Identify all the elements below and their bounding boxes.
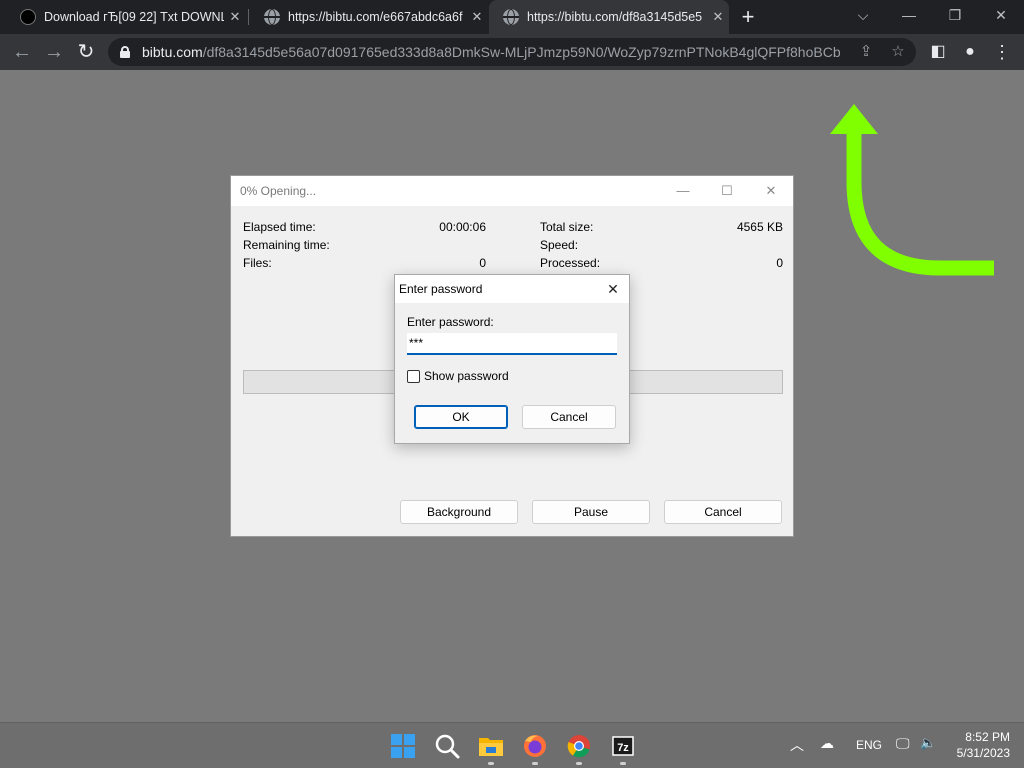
files-label: Files: bbox=[243, 256, 272, 270]
minimize-icon[interactable]: — bbox=[886, 0, 932, 30]
new-tab-button[interactable]: + bbox=[736, 4, 760, 30]
windows-start-icon[interactable] bbox=[388, 731, 418, 761]
tab-bibtu-1[interactable]: https://bibtu.com/e667abdc6a6f ✕ bbox=[250, 0, 488, 34]
profile-avatar-icon[interactable]: ● bbox=[956, 38, 984, 66]
enter-password-dialog: Enter password ✕ Enter password: Show pa… bbox=[394, 274, 630, 444]
firefox-icon[interactable] bbox=[520, 731, 550, 765]
7zip-icon[interactable]: 7z bbox=[608, 731, 638, 765]
processed-value: 0 bbox=[776, 256, 783, 270]
clock-date: 5/31/2023 bbox=[956, 746, 1010, 760]
password-label: Enter password: bbox=[407, 315, 494, 329]
download-site-icon bbox=[20, 9, 36, 25]
processed-label: Processed: bbox=[540, 256, 601, 270]
onedrive-icon[interactable]: ☁ bbox=[820, 735, 834, 752]
running-indicator bbox=[576, 762, 582, 765]
forward-arrow-icon[interactable]: → bbox=[40, 38, 68, 66]
remaining-time-label: Remaining time: bbox=[243, 238, 330, 252]
curved-arrow-up-icon bbox=[830, 104, 994, 276]
svg-text:7z: 7z bbox=[617, 742, 629, 754]
back-arrow-icon[interactable]: ← bbox=[8, 38, 36, 66]
speed-label: Speed: bbox=[540, 238, 579, 252]
side-panel-icon[interactable]: ◧ bbox=[924, 38, 952, 66]
close-icon[interactable]: ✕ bbox=[761, 182, 781, 200]
chevron-up-icon[interactable]: ︿ bbox=[790, 735, 804, 755]
checkbox-box[interactable] bbox=[407, 369, 420, 383]
chrome-icon[interactable] bbox=[564, 731, 594, 765]
tab-title: https://bibtu.com/e667abdc6a6f bbox=[288, 10, 463, 24]
elapsed-time-label: Elapsed time: bbox=[243, 220, 316, 234]
browser-tab-strip: Download гЂ[09 22] Txt DOWNLO ✕ https://… bbox=[0, 0, 1024, 34]
password-input[interactable] bbox=[407, 333, 617, 355]
background-button[interactable]: Background bbox=[400, 500, 518, 524]
file-explorer-icon[interactable] bbox=[476, 731, 506, 765]
password-title-bar[interactable]: Enter password ✕ bbox=[395, 275, 629, 303]
tab-title: https://bibtu.com/df8a3145d5e5 bbox=[527, 10, 703, 24]
network-icon[interactable]: 🖵 bbox=[896, 735, 910, 752]
close-window-icon[interactable]: ✕ bbox=[978, 0, 1024, 30]
lock-icon bbox=[120, 46, 130, 58]
tab-title: Download гЂ[09 22] Txt DOWNLO bbox=[44, 10, 224, 24]
running-indicator bbox=[532, 762, 538, 765]
show-password-checkbox[interactable]: Show password bbox=[407, 369, 509, 383]
running-indicator bbox=[620, 762, 626, 765]
close-icon[interactable]: ✕ bbox=[707, 9, 729, 25]
bookmark-star-icon[interactable]: ☆ bbox=[888, 42, 908, 62]
menu-kebab-icon[interactable]: ⋮ bbox=[988, 38, 1016, 66]
address-bar[interactable]: bibtu.com/df8a3145d5e56a07d091765ed333d8… bbox=[108, 38, 916, 66]
elapsed-time-value: 00:00:06 bbox=[439, 220, 486, 234]
close-icon[interactable]: ✕ bbox=[466, 9, 488, 25]
files-value: 0 bbox=[479, 256, 486, 270]
globe-icon bbox=[503, 9, 519, 25]
globe-icon bbox=[264, 9, 280, 25]
volume-icon[interactable]: 🔈 bbox=[920, 735, 936, 751]
close-icon[interactable]: ✕ bbox=[224, 9, 246, 25]
progress-title: 0% Opening... bbox=[240, 184, 317, 198]
tab-download[interactable]: Download гЂ[09 22] Txt DOWNLO ✕ bbox=[6, 0, 246, 34]
minimize-icon[interactable]: — bbox=[673, 182, 693, 200]
share-icon[interactable]: ⇪ bbox=[856, 42, 876, 62]
pause-button[interactable]: Pause bbox=[532, 500, 650, 524]
password-dialog-title: Enter password bbox=[399, 282, 483, 296]
url-host: bibtu.com bbox=[142, 44, 203, 60]
maximize-icon[interactable]: ☐ bbox=[717, 182, 737, 200]
tab-separator bbox=[248, 9, 249, 25]
input-language[interactable]: ENG bbox=[856, 738, 882, 752]
tab-bibtu-2-active[interactable]: https://bibtu.com/df8a3145d5e5 ✕ bbox=[489, 0, 729, 34]
total-size-label: Total size: bbox=[540, 220, 594, 234]
windows-taskbar: 7z ︿ ☁ ENG 🖵 🔈 8:52 PM 5/31/2023 bbox=[0, 722, 1024, 768]
clock-time: 8:52 PM bbox=[965, 730, 1010, 744]
system-clock[interactable]: 8:52 PM 5/31/2023 bbox=[957, 729, 1010, 761]
search-icon[interactable] bbox=[432, 731, 462, 761]
restore-icon[interactable]: ❐ bbox=[932, 0, 978, 30]
cancel-button[interactable]: Cancel bbox=[664, 500, 782, 524]
show-password-label: Show password bbox=[424, 369, 509, 383]
url-path: /df8a3145d5e56a07d091765ed333d8a8DmkSw-M… bbox=[202, 44, 841, 60]
running-indicator bbox=[488, 762, 494, 765]
total-size-value: 4565 KB bbox=[736, 220, 783, 234]
ok-button[interactable]: OK bbox=[414, 405, 508, 429]
tab-search-chevron-icon[interactable]: ⌵ bbox=[840, 0, 886, 30]
progress-title-bar[interactable]: 0% Opening... — ☐ ✕ bbox=[231, 176, 793, 206]
url-text: bibtu.com/df8a3145d5e56a07d091765ed333d8… bbox=[142, 44, 841, 60]
reload-icon[interactable]: ↻ bbox=[72, 38, 100, 66]
cancel-button[interactable]: Cancel bbox=[522, 405, 616, 429]
close-icon[interactable]: ✕ bbox=[603, 279, 623, 299]
